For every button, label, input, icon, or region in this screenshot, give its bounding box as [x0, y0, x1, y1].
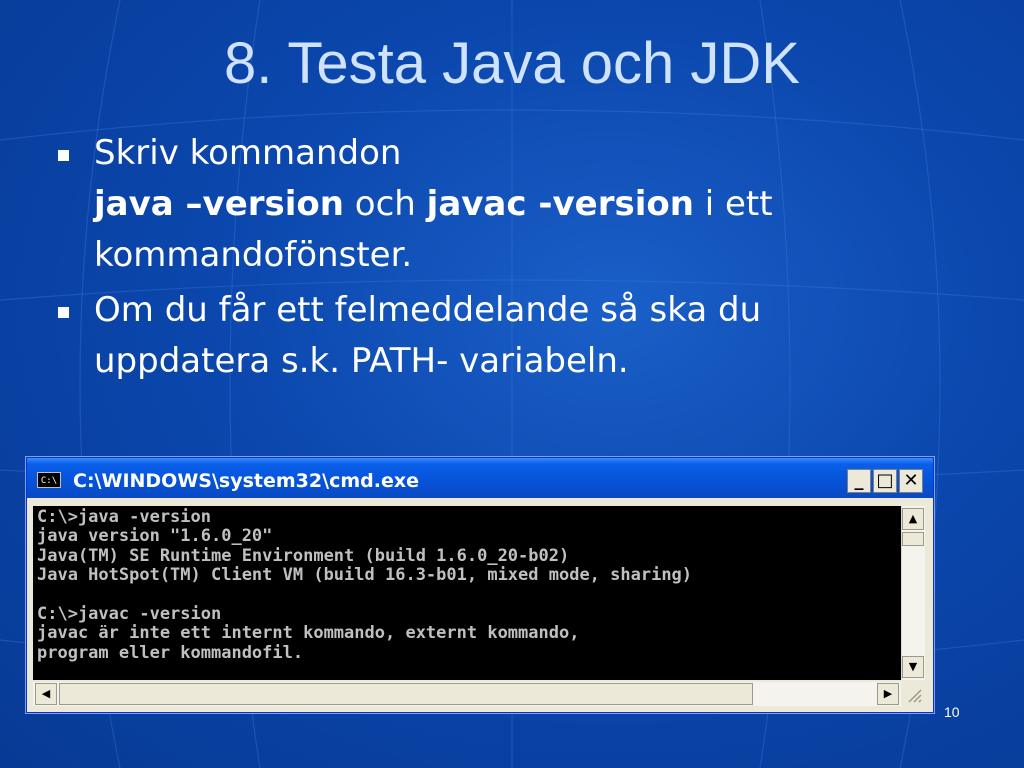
scroll-down-icon[interactable]: ▼ — [902, 656, 924, 678]
bullet-item: Skriv kommandon java –version och javac … — [52, 128, 982, 281]
console-output-area[interactable]: C:\>java -version java version "1.6.0_20… — [33, 506, 901, 680]
window-title: C:\WINDOWS\system32\cmd.exe — [73, 470, 419, 492]
bullet-text: i ett — [693, 184, 773, 224]
bullet-list: Skriv kommandon java –version och javac … — [52, 128, 982, 391]
cmd-window: C:\ C:\WINDOWS\system32\cmd.exe _ □ ✕ C:… — [26, 457, 934, 713]
command-java-version: java –version — [94, 184, 344, 224]
slide-page-number: 10 — [944, 704, 960, 720]
scroll-left-icon[interactable]: ◀ — [35, 683, 57, 705]
scroll-up-icon[interactable]: ▲ — [902, 508, 924, 530]
console-text: C:\>java -version java version "1.6.0_20… — [37, 507, 693, 663]
resize-grip-icon[interactable] — [901, 682, 925, 706]
horizontal-scroll-thumb[interactable] — [59, 683, 753, 705]
maximize-button[interactable]: □ — [873, 469, 897, 493]
bullet-square-icon — [58, 150, 69, 161]
bullet-text: uppdatera s.k. PATH- variabeln. — [94, 341, 629, 381]
scroll-right-icon[interactable]: ▶ — [877, 683, 899, 705]
bullet-item: Om du får ett felmeddelande så ska du up… — [52, 285, 982, 387]
minimize-button[interactable]: _ — [847, 469, 871, 493]
bullet-text: och — [344, 184, 427, 224]
slide-title: 8. Testa Java och JDK — [223, 31, 800, 96]
close-button[interactable]: ✕ — [899, 469, 923, 493]
horizontal-scrollbar[interactable]: ◀ ▶ — [33, 682, 901, 706]
bullet-text: Skriv kommandon — [94, 133, 402, 173]
command-javac-version: javac -version — [426, 184, 694, 224]
cmd-app-icon[interactable]: C:\ — [37, 472, 61, 488]
bullet-square-icon — [58, 307, 69, 318]
vertical-scrollbar[interactable]: ▲ ▼ — [901, 506, 925, 680]
bullet-text: Om du får ett felmeddelande så ska du — [94, 290, 762, 330]
window-titlebar[interactable]: C:\ C:\WINDOWS\system32\cmd.exe _ □ ✕ — [27, 458, 933, 498]
vertical-scroll-thumb[interactable] — [902, 532, 924, 546]
bullet-text: kommandofönster. — [94, 235, 413, 275]
